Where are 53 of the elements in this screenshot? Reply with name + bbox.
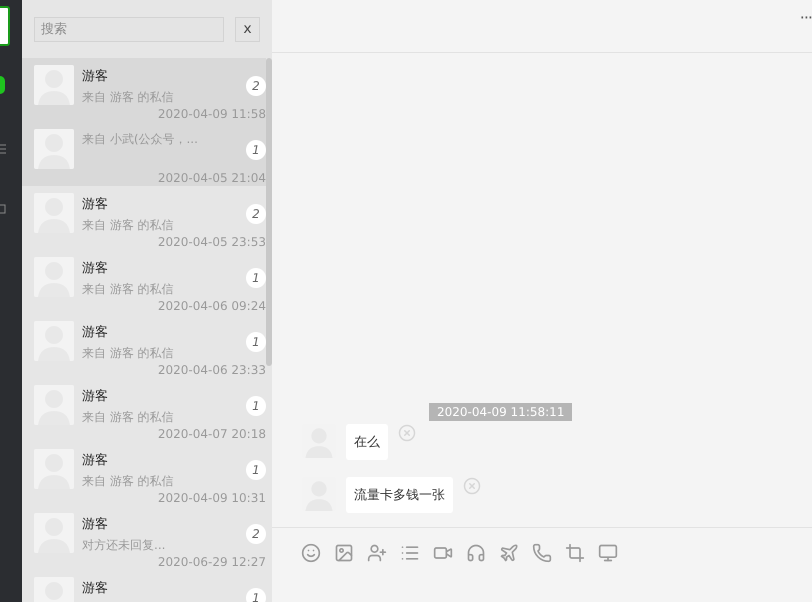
clear-button[interactable]: x — [235, 16, 260, 42]
close-icon[interactable] — [398, 424, 416, 442]
unread-count: 1 — [246, 588, 266, 602]
close-icon[interactable] — [463, 477, 481, 495]
menu-icon[interactable] — [0, 144, 6, 154]
app-logo[interactable] — [0, 6, 10, 46]
contact-name: 游客 — [82, 68, 109, 85]
phone-icon[interactable] — [530, 542, 554, 564]
unread-count: 1 — [246, 332, 266, 352]
scrollbar[interactable] — [266, 58, 272, 366]
message-time: 2020-04-09 11:58 — [158, 107, 266, 121]
emoji-icon[interactable] — [299, 542, 323, 564]
contact-name: 游客 — [82, 452, 109, 469]
add-user-icon[interactable] — [365, 542, 389, 564]
message-preview: 来自 游客 的私信 — [82, 217, 174, 234]
message-timestamp: 2020-04-09 11:58:11 — [429, 403, 572, 421]
message-preview: 来自 游客 的私信 — [82, 473, 174, 490]
message-preview: 来自 小武(公众号，... — [82, 131, 198, 148]
contact-name: 游客 — [82, 580, 108, 597]
search-field[interactable]: 搜索 — [34, 16, 224, 42]
contact-name: 游客 — [82, 260, 109, 277]
unread-count: 2 — [246, 76, 266, 96]
conversation-item[interactable]: 来自 小武(公众号，... 1 2020-04-05 21:04 — [22, 122, 266, 186]
unread-count: 2 — [246, 524, 266, 544]
unread-count: 1 — [246, 140, 266, 160]
unread-count: 2 — [246, 204, 266, 224]
conversation-item[interactable]: 游客 来自 游客 的私信 2 2020-04-09 11:58 — [22, 58, 266, 122]
message-bubble: 流量卡多钱一张 — [346, 477, 453, 513]
contact-name: 游客 — [82, 196, 109, 213]
message-time: 2020-04-05 23:53 — [158, 235, 266, 249]
monitor-icon[interactable] — [596, 542, 620, 564]
avatar-placeholder — [34, 129, 74, 169]
contact-name: 游客 — [82, 324, 109, 341]
unread-count: 1 — [246, 396, 266, 416]
avatar-placeholder — [34, 65, 74, 105]
message-preview: 来自 游客 的私信 — [82, 281, 174, 298]
message-time: 2020-04-07 20:18 — [158, 427, 266, 441]
contact-name: 游客 — [82, 388, 109, 405]
message-time: 2020-04-05 21:04 — [158, 171, 266, 185]
more-button[interactable]: ··· — [800, 0, 812, 27]
unread-count: 1 — [246, 460, 266, 480]
message-preview: 对方还未回复... — [82, 537, 166, 554]
contact-name: 游客 — [82, 516, 109, 533]
message-bubble: 在么 — [346, 424, 388, 460]
message-preview: 来自 游客 的私信 — [82, 409, 174, 426]
message-time: 2020-04-06 23:33 — [158, 363, 266, 377]
unread-count: 1 — [246, 268, 266, 288]
message-time: 2020-06-29 12:27 — [158, 555, 266, 569]
message-preview: 来自 游客 的私信 — [82, 345, 174, 362]
message-time: 2020-04-06 09:24 — [158, 299, 266, 313]
crop-icon[interactable] — [563, 542, 587, 564]
message-preview: 来自 游客 的私信 — [82, 89, 174, 106]
message-time: 2020-04-09 10:31 — [158, 491, 266, 505]
